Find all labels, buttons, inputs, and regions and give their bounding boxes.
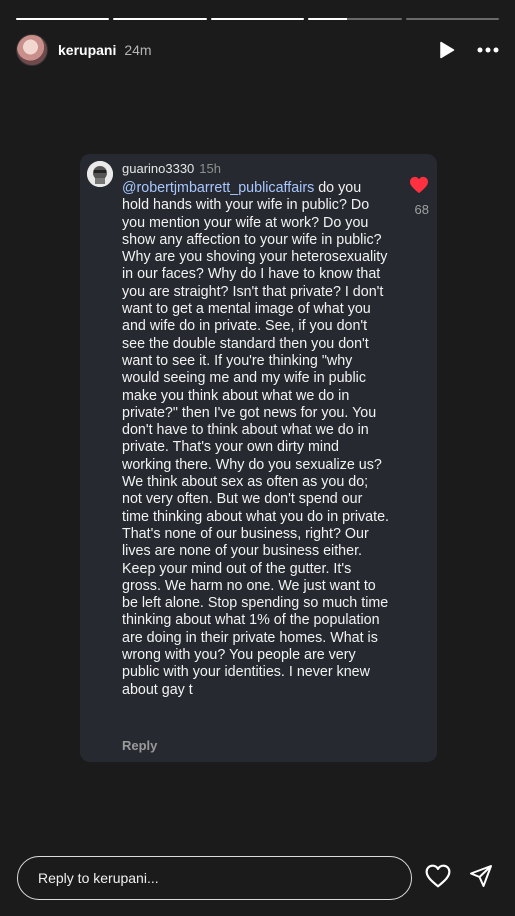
header-actions [439,41,499,59]
bottom-actions [425,864,493,888]
comment-text: @robertjmbarrett_publicaffairs do you ho… [122,180,390,699]
progress-fill [16,18,110,20]
progress-fill [308,18,348,20]
progress-segment [308,18,402,20]
progress-segment [405,18,500,20]
comment-header: guarino3330 15h [122,161,221,176]
story-time: 24m [124,42,152,58]
heart-outline-icon[interactable] [425,864,451,888]
comment-card: guarino3330 15h @robertjmbarrett_publicaf… [80,154,437,762]
avatar[interactable] [16,34,48,66]
progress-segment [210,18,305,20]
like-count: 68 [414,202,429,217]
comment-body: do you hold hands with your wife in publ… [122,180,390,698]
story-viewer: kerupani 24m guarino3330 15h @robertjmbar… [0,0,515,916]
comment-reply-button[interactable]: Reply [122,738,157,753]
story-username[interactable]: kerupani [58,42,116,58]
progress-fill [210,18,305,20]
heart-icon[interactable] [409,176,429,199]
progress-segment [113,18,207,20]
comment-avatar[interactable] [87,161,113,187]
more-icon[interactable] [477,47,499,53]
progress-fill [113,18,207,20]
comment-mention[interactable]: @robertjmbarrett_publicaffairs [122,180,314,196]
play-icon[interactable] [439,41,455,59]
send-icon[interactable] [469,864,493,888]
story-progress [16,18,500,20]
comment-time: 15h [199,161,221,176]
progress-segment [16,18,110,20]
story-header: kerupani 24m [16,33,499,67]
reply-input[interactable] [17,856,412,900]
comment-username[interactable]: guarino3330 [122,161,194,176]
